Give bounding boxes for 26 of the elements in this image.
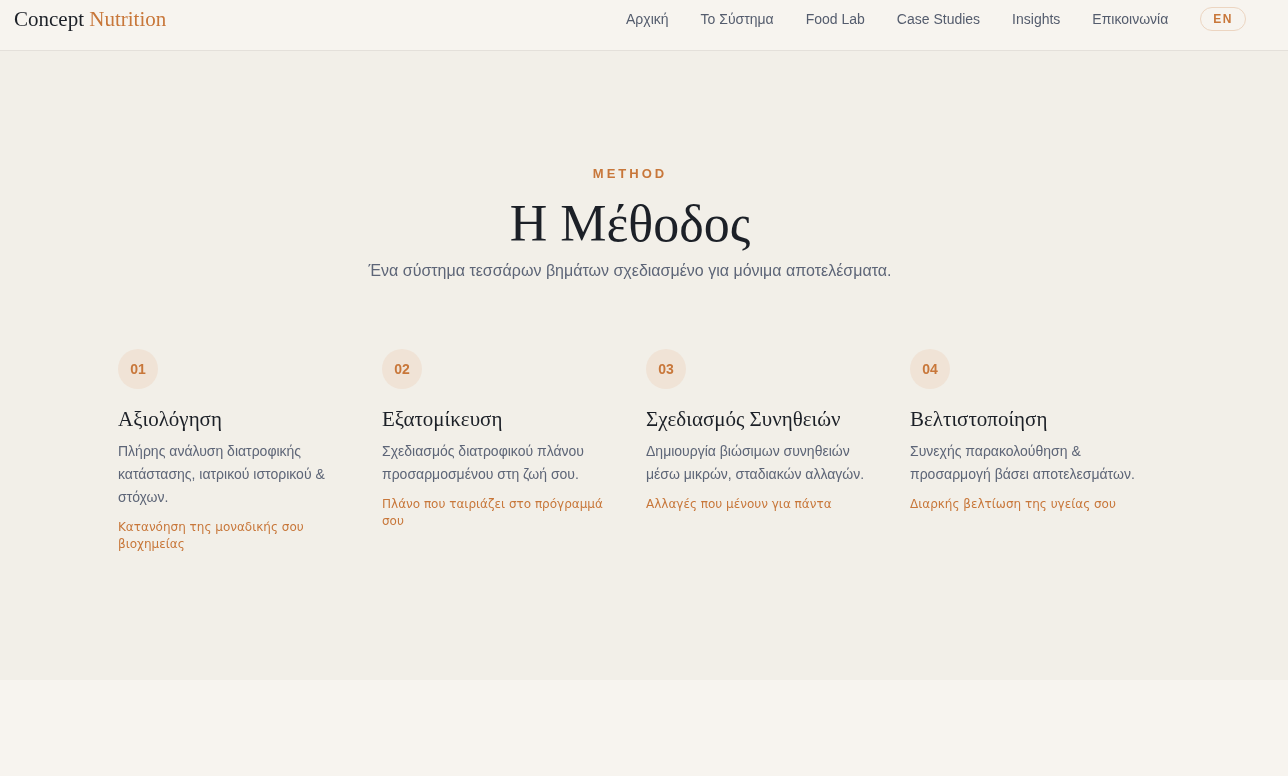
step-title: Αξιολόγηση xyxy=(118,406,222,433)
step-number: 04 xyxy=(910,349,950,389)
step-description: Δημιουργία βιώσιμων συνηθειών μέσω μικρών, σταδιακών αλλαγών. xyxy=(646,442,866,484)
nav-link[interactable]: Αρχική xyxy=(626,7,669,31)
nav-link[interactable]: Επικοινωνία xyxy=(1092,7,1169,31)
step-title: Εξατομίκευση xyxy=(382,406,503,433)
section-subtitle: Ένα σύστημα τεσσάρων βημάτων σχεδιασμένο για μόνιμα αποτελέσματα. xyxy=(368,261,892,281)
nav-link[interactable]: Food Lab xyxy=(805,7,865,31)
logo[interactable]: Concept Nutrition xyxy=(14,7,167,31)
step-description: Πλήρης ανάλυση διατροφικής κατάστασης, ιατρικού ιστορικού & στόχων. xyxy=(118,442,326,507)
step-number: 03 xyxy=(646,349,686,389)
step-number: 01 xyxy=(118,349,158,389)
step-number: 02 xyxy=(382,349,422,389)
nav-link[interactable]: Insights xyxy=(1012,7,1061,31)
step-highlight: Πλάνο που ταιριάζει στο πρόγραμμά σου xyxy=(382,496,604,530)
nav-link[interactable]: Case Studies xyxy=(896,7,981,31)
step-description: Συνεχής παρακολούθηση & προσαρμογή βάσει αποτελεσμάτων. xyxy=(910,442,1136,484)
step-highlight: Διαρκής βελτίωση της υγείας σου xyxy=(910,496,1116,513)
section-eyebrow: METHOD xyxy=(592,166,668,182)
nav-link[interactable]: Το Σύστημα xyxy=(700,7,774,31)
step-title: Σχεδιασμός Συνηθειών xyxy=(646,406,841,433)
step-highlight: Αλλαγές που μένουν για πάντα xyxy=(646,496,832,513)
step-highlight: Κατανόηση της μοναδικής σου βιοχημείας xyxy=(118,519,305,553)
step-description: Σχεδιασμός διατροφικού πλάνου προσαρμοσμένου στη ζωή σου. xyxy=(382,442,585,484)
section-title: Η Μέθοδος xyxy=(509,194,751,254)
step-title: Βελτιστοποίηση xyxy=(910,406,1048,433)
